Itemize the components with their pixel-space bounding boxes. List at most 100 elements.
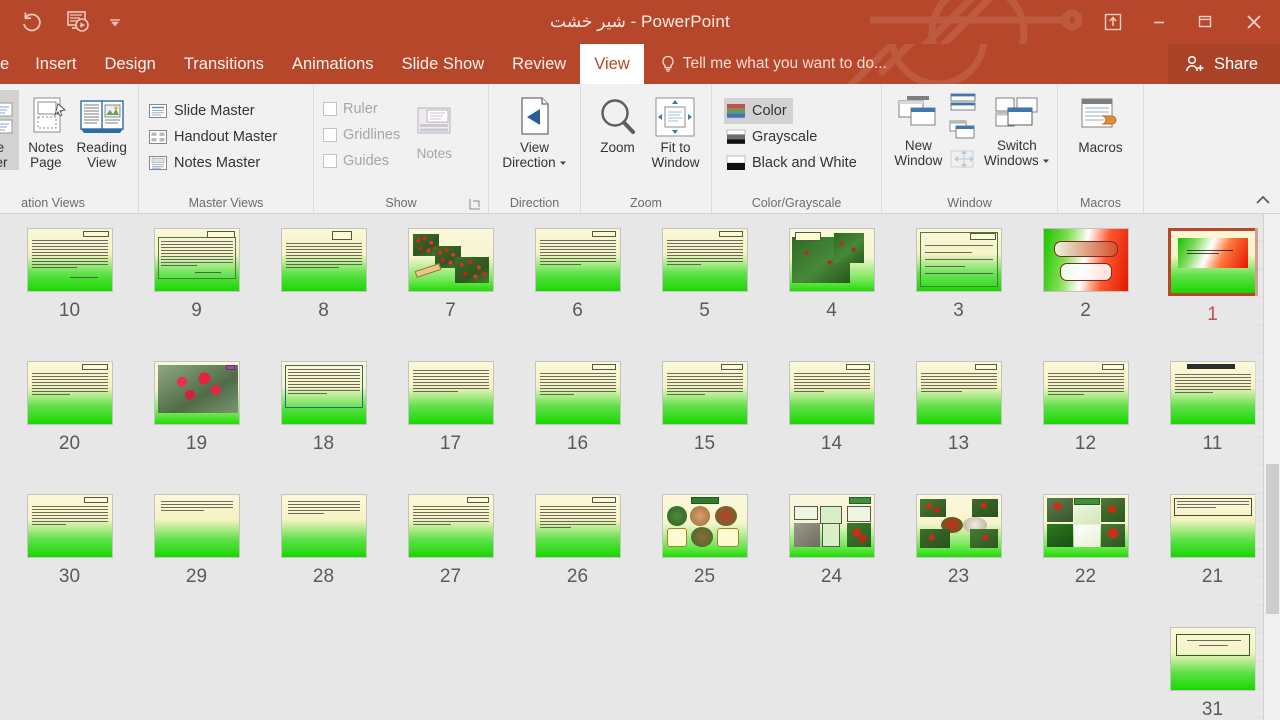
slide-thumb-27[interactable]: 27 [387, 494, 514, 627]
slide-thumb-25[interactable]: 25 [641, 494, 768, 627]
tab-slide-show[interactable]: Slide Show [388, 44, 499, 84]
slide-thumb-17[interactable]: 17 [387, 361, 514, 494]
slide-thumb-28[interactable]: 28 [260, 494, 387, 627]
scrollbar-thumb[interactable] [1266, 464, 1279, 614]
slide-thumb-22[interactable]: 22 [1022, 494, 1149, 627]
slide-thumb-9[interactable]: 9 [133, 228, 260, 361]
black-and-white-label: Black and White [752, 155, 857, 171]
slide-thumbnail [26, 494, 113, 558]
slide-sorter-pane[interactable]: 10 9 8 7 6 5 4 3 2 1 20 19 18 17 16 15 1… [0, 214, 1280, 720]
slide-thumb-24[interactable]: 24 [768, 494, 895, 627]
slide-thumbnail [1042, 228, 1129, 292]
ruler-checkbox[interactable]: Ruler [321, 96, 406, 122]
slide-number: 12 [1074, 433, 1097, 454]
slide-thumbnail [534, 494, 621, 558]
group-title-presentation-views: ation Views [21, 196, 85, 210]
window-watermark [870, 0, 1083, 44]
notes-page-button[interactable]: Notes Page [19, 90, 72, 170]
new-window-label-line2: Window [894, 153, 943, 168]
slide-thumb-18[interactable]: 18 [260, 361, 387, 494]
slide-thumb-14[interactable]: 14 [768, 361, 895, 494]
collapse-ribbon-button[interactable] [1254, 193, 1272, 212]
restore-icon [1198, 15, 1212, 28]
slide-thumb-8[interactable]: 8 [260, 228, 387, 361]
new-window-button[interactable]: New Window [889, 88, 948, 168]
slide-master-icon [149, 104, 167, 118]
slide-thumbnail [788, 494, 875, 558]
slide-thumb-16[interactable]: 16 [514, 361, 641, 494]
slide-thumb-2[interactable]: 2 [1022, 228, 1149, 361]
slide-number: 10 [58, 300, 81, 321]
close-button[interactable] [1228, 0, 1280, 44]
customize-qat-button[interactable] [102, 7, 128, 37]
view-direction-button[interactable]: View Direction [497, 90, 573, 170]
color-button[interactable]: Color [724, 98, 793, 124]
slide-sorter-button[interactable]: lide orter [0, 90, 20, 170]
grayscale-button[interactable]: Grayscale [724, 124, 823, 150]
vertical-scrollbar[interactable] [1263, 214, 1280, 720]
group-title-zoom: Zoom [630, 196, 662, 210]
slide-thumb-4[interactable]: 4 [768, 228, 895, 361]
slide-thumb-29[interactable]: 29 [133, 494, 260, 627]
tab-insert[interactable]: Insert [21, 44, 90, 84]
slide-thumb-26[interactable]: 26 [514, 494, 641, 627]
adjacent-pane-edge [1255, 214, 1263, 720]
slide-thumb-23[interactable]: 23 [895, 494, 1022, 627]
ribbon-display-options-button[interactable] [1090, 0, 1136, 44]
minimize-button[interactable] [1136, 0, 1182, 44]
notes-button[interactable]: Notes [406, 96, 462, 161]
undo-icon [23, 12, 41, 32]
slide-thumbnail [153, 228, 240, 292]
slide-sorter-icon [0, 94, 17, 140]
show-dialog-launcher[interactable] [469, 197, 483, 211]
slide-thumb-15[interactable]: 15 [641, 361, 768, 494]
handout-master-button[interactable]: Handout Master [146, 124, 283, 150]
switch-windows-button[interactable]: Switch Windows [984, 88, 1050, 168]
slide-thumb-7[interactable]: 7 [387, 228, 514, 361]
tell-me-search[interactable]: Tell me what you want to do... [644, 44, 897, 84]
slide-number: 11 [1202, 433, 1223, 454]
arrange-all-button[interactable] [948, 91, 980, 115]
zoom-label: Zoom [600, 140, 635, 155]
slide-thumb-20[interactable]: 20 [6, 361, 133, 494]
tab-animations[interactable]: Animations [278, 44, 388, 84]
cascade-button[interactable] [948, 118, 980, 144]
slide-thumb-30[interactable]: 30 [6, 494, 133, 627]
start-from-beginning-button[interactable] [56, 7, 100, 37]
slide-master-button[interactable]: Slide Master [146, 98, 261, 124]
slide-number: 31 [1201, 699, 1224, 720]
slide-thumb-6[interactable]: 6 [514, 228, 641, 361]
reading-view-button[interactable]: Reading View [72, 90, 131, 170]
tab-review[interactable]: Review [498, 44, 580, 84]
move-split-icon [950, 150, 974, 168]
tab-design[interactable]: Design [90, 44, 169, 84]
ruler-checkbox-box [323, 102, 337, 116]
slide-number: 5 [699, 300, 710, 321]
slide-thumb-3[interactable]: 3 [895, 228, 1022, 361]
slide-thumb-12[interactable]: 12 [1022, 361, 1149, 494]
undo-button[interactable] [10, 7, 54, 37]
view-direction-label-line1: View [519, 140, 550, 155]
guides-checkbox[interactable]: Guides [321, 148, 406, 174]
notes-master-button[interactable]: Notes Master [146, 150, 266, 176]
share-button[interactable]: Share [1167, 44, 1280, 84]
group-title-show: Show [385, 196, 417, 210]
slide-thumb-19[interactable]: 19 [133, 361, 260, 494]
tab-transitions[interactable]: Transitions [170, 44, 278, 84]
macros-button[interactable]: Macros [1068, 90, 1134, 155]
macros-icon [1078, 94, 1124, 140]
move-split-button[interactable] [948, 147, 980, 173]
macros-label: Macros [1078, 140, 1123, 155]
slide-thumb-5[interactable]: 5 [641, 228, 768, 361]
gridlines-checkbox[interactable]: Gridlines [321, 122, 406, 148]
restore-button[interactable] [1182, 0, 1228, 44]
zoom-button[interactable]: Zoom [588, 90, 647, 155]
slide-thumb-13[interactable]: 13 [895, 361, 1022, 494]
slide-thumbnail [534, 361, 621, 425]
slide-thumb-10[interactable]: 10 [6, 228, 133, 361]
tab-home[interactable]: e [0, 44, 21, 84]
black-and-white-button[interactable]: Black and White [724, 150, 863, 176]
tab-view[interactable]: View [580, 44, 644, 84]
fit-to-window-button[interactable]: Fit to Window [647, 90, 704, 170]
slide-thumbnail [534, 228, 621, 292]
